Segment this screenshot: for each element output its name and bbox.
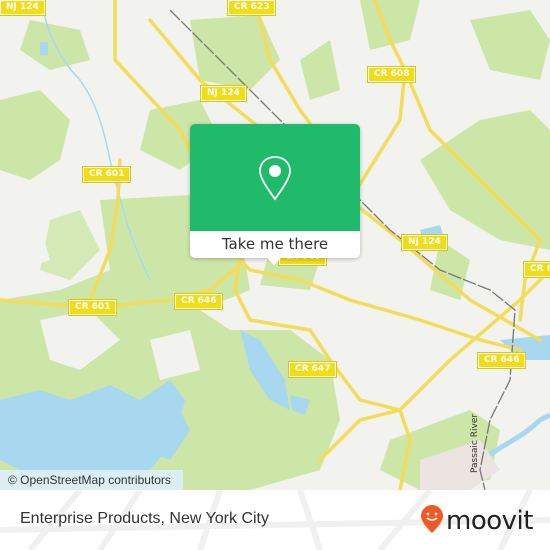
footer-bar: Enterprise Products, New York City moovi… (0, 490, 550, 550)
road-shield: CR 601 (81, 166, 132, 183)
popup-header (190, 124, 360, 231)
river-label: Passaic River (470, 413, 480, 473)
road-shield: CR 601 (67, 299, 118, 316)
road-shield: CR 608 (366, 66, 417, 83)
road-shield: CR 623 (226, 0, 277, 16)
moovit-logo[interactable]: moovit (420, 504, 533, 538)
popup-pointer (266, 257, 282, 265)
road-shield: NJ 124 (0, 0, 46, 16)
take-me-there-button[interactable]: Take me there (190, 231, 360, 258)
location-popup: Take me there (190, 124, 360, 265)
map-view[interactable]: NJ 124 CR 623 CR 608 NJ 124 CR 601 NJ 12… (0, 0, 550, 490)
map-attribution[interactable]: © OpenStreetMap contributors (0, 470, 183, 490)
road-shield: NJ 124 (401, 234, 448, 251)
road-shield: CR 6 (523, 261, 550, 278)
road-shield: CR 646 (476, 352, 527, 369)
moovit-wordmark: moovit (446, 506, 533, 536)
road-shield: CR 646 (173, 293, 224, 310)
road-shield: CR 647 (287, 361, 338, 378)
moovit-pin-icon (420, 504, 444, 538)
road-shield: NJ 124 (200, 85, 247, 102)
place-title: Enterprise Products, New York City (20, 510, 269, 527)
